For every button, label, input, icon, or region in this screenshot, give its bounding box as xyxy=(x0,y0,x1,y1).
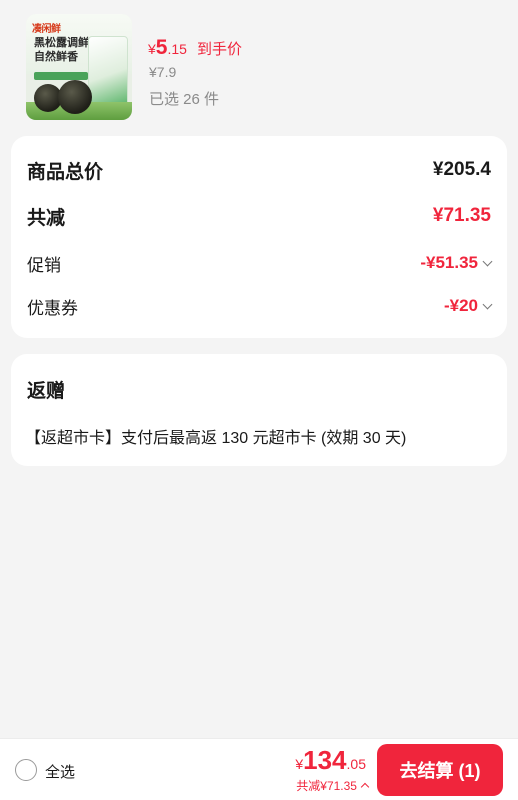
coupon-label: 优惠券 xyxy=(27,298,78,318)
chevron-down-icon xyxy=(482,299,493,309)
coupon-value: -¥20 xyxy=(443,296,478,315)
promotion-value-wrap[interactable]: -¥51.35 xyxy=(420,253,493,273)
promotion-label: 促销 xyxy=(27,255,61,275)
saved-amount: 共减¥71.35 xyxy=(296,779,357,793)
truffle-graphic xyxy=(58,80,92,114)
rebate-card: 返赠 【返超市卡】支付后最高返 130 元超市卡 (效期 30 天) xyxy=(11,354,507,466)
rebate-description: 【返超市卡】支付后最高返 130 元超市卡 (效期 30 天) xyxy=(25,430,407,447)
coupon-row[interactable]: 优惠券 -¥20 xyxy=(27,293,493,319)
total-integer: 134 xyxy=(303,745,347,775)
price-summary-card: 商品总价 ¥205.4 共减 ¥71.35 促销 -¥51.35 优惠券 -¥2… xyxy=(11,136,507,338)
product-image-bag xyxy=(88,36,128,106)
checkout-button[interactable]: 去结算 (1) xyxy=(377,744,503,796)
product-image-tag xyxy=(34,72,88,80)
selected-quantity: 已选 26 件 xyxy=(149,91,220,108)
select-all-label[interactable]: 全选 xyxy=(45,761,75,782)
checkout-bar: 全选 ¥ 134 .05 共减¥71.35 去结算 (1) xyxy=(0,738,518,800)
price-label: 到手价 xyxy=(196,41,242,58)
price-symbol: ¥ xyxy=(148,41,156,57)
total-symbol: ¥ xyxy=(295,756,304,772)
promotion-value: -¥51.35 xyxy=(420,253,478,272)
select-all-radio[interactable] xyxy=(15,759,37,781)
total-decimal: .05 xyxy=(346,756,366,772)
product-image-logo: 凑闲鲜 xyxy=(32,24,61,35)
original-price: ¥7.9 xyxy=(149,64,177,80)
product-image-line2: 自然鲜香 xyxy=(34,51,78,63)
discount-total-row: 共减 ¥71.35 xyxy=(27,202,491,230)
price-integer: 5 xyxy=(155,36,168,59)
discount-total-label: 共减 xyxy=(27,207,66,229)
price-decimal: .15 xyxy=(167,41,187,57)
goods-total-value: ¥205.4 xyxy=(432,159,491,180)
chevron-down-icon xyxy=(482,256,493,266)
product-price: ¥ 5 .15 到手价 xyxy=(148,36,242,60)
coupon-value-wrap[interactable]: -¥20 xyxy=(443,296,493,316)
rebate-title: 返赠 xyxy=(27,381,66,402)
order-total: ¥ 134 .05 xyxy=(295,745,366,776)
saved-detail-toggle[interactable]: 共减¥71.35 xyxy=(296,777,370,794)
product-item[interactable]: 凑闲鲜 黑松露调鲜 自然鲜香 ¥ 5 .15 到手价 ¥7.9 已选 26 件 xyxy=(0,0,518,130)
product-image[interactable]: 凑闲鲜 黑松露调鲜 自然鲜香 xyxy=(26,14,132,120)
discount-total-value: ¥71.35 xyxy=(432,205,491,226)
goods-total-label: 商品总价 xyxy=(27,161,104,183)
chevron-up-icon xyxy=(360,782,370,792)
promotion-row[interactable]: 促销 -¥51.35 xyxy=(27,250,493,276)
goods-total-row: 商品总价 ¥205.4 xyxy=(27,156,491,184)
